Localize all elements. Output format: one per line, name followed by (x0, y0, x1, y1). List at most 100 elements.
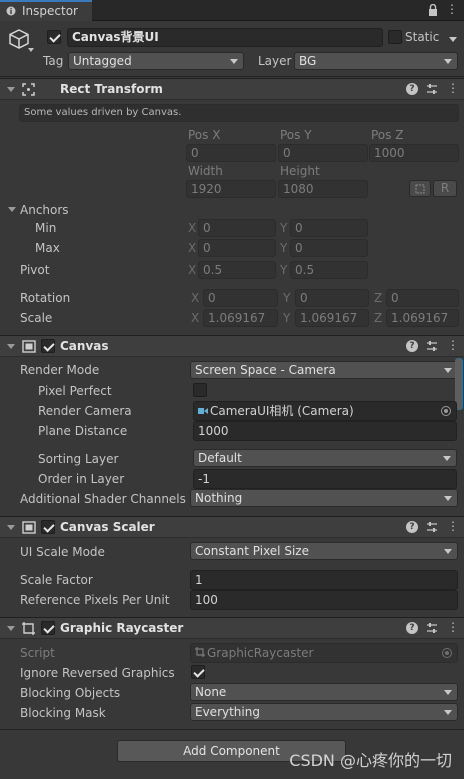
pos-x-field[interactable]: 0 (186, 144, 276, 162)
object-picker-icon (442, 648, 452, 658)
sorting-layer-dropdown[interactable]: Default (193, 449, 457, 467)
presets-icon[interactable] (426, 521, 438, 533)
rotation-label: Rotation (20, 291, 71, 305)
pivot-y-field[interactable]: 0.5 (290, 261, 368, 279)
static-checkbox[interactable] (388, 30, 402, 44)
pixel-perfect-checkbox[interactable] (193, 383, 207, 397)
layer-dropdown[interactable]: BG (294, 52, 458, 70)
canvas-scaler-enabled-checkbox[interactable] (41, 520, 55, 534)
order-in-layer-field[interactable]: -1 (193, 469, 457, 489)
tab-bar: Inspector ⋮ (0, 0, 464, 21)
ref-ppu-field[interactable]: 100 (190, 590, 458, 610)
context-menu-icon[interactable]: ⋮ (447, 339, 459, 352)
context-menu-icon[interactable]: ⋮ (447, 520, 459, 533)
render-camera-field[interactable]: CameraUI相机 (Camera) (193, 401, 457, 421)
tag-label: Tag (43, 54, 64, 68)
canvas-enabled-checkbox[interactable] (41, 339, 55, 353)
sorting-layer-label: Sorting Layer (38, 452, 119, 466)
pos-y-label: Pos Y (280, 128, 312, 142)
rect-transform-header[interactable]: Rect Transform ? ⋮ (0, 78, 464, 100)
chevron-down-icon (444, 368, 452, 373)
icon-dropdown-icon[interactable] (28, 48, 34, 52)
tag-dropdown[interactable]: Untagged (68, 52, 244, 70)
script-label: Script (20, 646, 55, 660)
divider (0, 729, 464, 730)
render-mode-dropdown[interactable]: Screen Space - Camera (190, 361, 458, 379)
pos-y-field[interactable]: 0 (278, 144, 368, 162)
ignore-reversed-checkbox[interactable] (191, 665, 205, 679)
render-mode-value: Screen Space - Camera (195, 363, 336, 377)
rect-transform-icon (22, 83, 35, 96)
shader-channels-dropdown[interactable]: Nothing (190, 489, 458, 507)
anchors-foldout-icon[interactable] (8, 207, 16, 212)
max-x-field[interactable]: 0 (198, 239, 276, 257)
header-tools: ? ⋮ (406, 520, 459, 535)
chevron-down-icon (444, 549, 452, 554)
pivot-y-axis: Y (280, 263, 288, 277)
scale-factor-label: Scale Factor (20, 573, 93, 587)
foldout-icon[interactable] (7, 344, 15, 349)
lock-icon[interactable] (428, 4, 438, 16)
scale-z-field[interactable]: 1.069167 (386, 309, 459, 327)
foldout-icon[interactable] (7, 87, 15, 92)
width-label: Width (188, 164, 223, 178)
gameobject-cube-icon (9, 29, 29, 49)
shader-channels-value: Nothing (195, 491, 243, 505)
scale-x-field[interactable]: 1.069167 (203, 309, 278, 327)
canvas-header[interactable]: Canvas ? ⋮ (0, 335, 464, 357)
blocking-mask-dropdown[interactable]: Everything (190, 703, 458, 721)
window-menu-icon[interactable]: ⋮ (446, 2, 458, 16)
min-y-field[interactable]: 0 (290, 219, 368, 237)
pos-z-field[interactable]: 1000 (369, 144, 459, 162)
scale-x-axis: X (191, 311, 200, 325)
width-field[interactable]: 1920 (186, 180, 276, 198)
context-menu-icon[interactable]: ⋮ (447, 621, 459, 634)
ui-scale-mode-value: Constant Pixel Size (195, 544, 309, 558)
script-field: GraphicRaycaster (190, 643, 458, 663)
pos-z-label: Pos Z (371, 128, 404, 142)
pivot-x-axis: X (188, 263, 197, 277)
help-icon[interactable]: ? (406, 521, 418, 533)
static-dropdown-icon[interactable] (449, 37, 457, 42)
canvas-scaler-icon (22, 521, 36, 534)
canvas-scaler-header[interactable]: Canvas Scaler ? ⋮ (0, 516, 464, 538)
shader-channels-label: Additional Shader Channels (20, 492, 186, 506)
presets-icon[interactable] (426, 340, 438, 352)
ui-scale-mode-dropdown[interactable]: Constant Pixel Size (190, 542, 458, 560)
script-value: GraphicRaycaster (207, 646, 314, 660)
tab-inspector[interactable]: Inspector (0, 0, 92, 21)
scale-y-field[interactable]: 1.069167 (295, 309, 369, 327)
anchors-label: Anchors (20, 203, 69, 217)
context-menu-icon[interactable]: ⋮ (447, 82, 459, 95)
presets-icon[interactable] (426, 83, 438, 95)
help-icon[interactable]: ? (406, 83, 418, 95)
active-toggle[interactable] (47, 30, 61, 44)
graphic-raycaster-header[interactable]: Graphic Raycaster ? ⋮ (0, 617, 464, 639)
help-icon[interactable]: ? (406, 340, 418, 352)
max-y-axis: Y (280, 241, 288, 255)
raw-edit-button[interactable]: R (433, 180, 457, 197)
order-in-layer-label: Order in Layer (38, 472, 125, 486)
scale-factor-field[interactable]: 1 (190, 570, 458, 590)
rot-z-field[interactable]: 0 (386, 289, 459, 307)
chevron-down-icon (444, 710, 452, 715)
foldout-icon[interactable] (7, 525, 15, 530)
rot-x-field[interactable]: 0 (203, 289, 278, 307)
height-field[interactable]: 1080 (278, 180, 368, 198)
render-camera-value: CameraUI相机 (Camera) (210, 404, 354, 418)
pivot-x-field[interactable]: 0.5 (198, 261, 276, 279)
max-y-field[interactable]: 0 (290, 239, 368, 257)
component-title: Graphic Raycaster (60, 621, 184, 635)
presets-icon[interactable] (426, 622, 438, 634)
foldout-icon[interactable] (7, 626, 15, 631)
rot-y-field[interactable]: 0 (295, 289, 369, 307)
plane-distance-field[interactable]: 1000 (193, 421, 457, 441)
blueprint-mode-button[interactable] (409, 180, 431, 197)
raycaster-enabled-checkbox[interactable] (41, 621, 55, 635)
help-icon[interactable]: ? (406, 622, 418, 634)
min-x-field[interactable]: 0 (198, 219, 276, 237)
object-name-field[interactable]: Canvas背景UI (67, 28, 383, 47)
ignore-reversed-label: Ignore Reversed Graphics (20, 666, 175, 680)
blocking-objects-dropdown[interactable]: None (190, 683, 458, 701)
object-picker-icon[interactable] (441, 406, 451, 416)
